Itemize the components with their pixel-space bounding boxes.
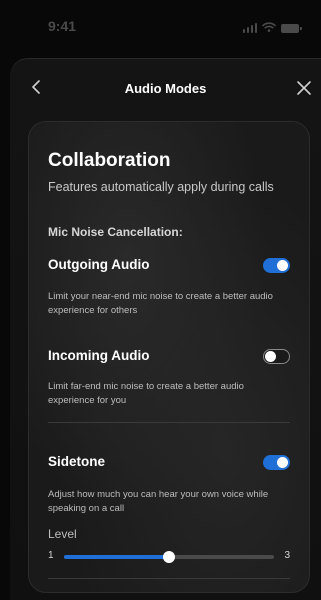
- divider: [48, 578, 290, 579]
- close-button[interactable]: [293, 79, 315, 101]
- signal-icon: [242, 23, 257, 33]
- close-icon: [296, 80, 312, 101]
- level-label: Level: [48, 527, 77, 541]
- status-icons: [242, 19, 302, 37]
- sheet-header: Audio Modes: [10, 59, 321, 117]
- toggle-knob: [265, 351, 276, 362]
- level-min-label: 1: [48, 550, 54, 561]
- sidetone-description: Adjust how much you can hear your own vo…: [48, 489, 269, 514]
- status-time: 9:41: [48, 18, 77, 34]
- audio-modes-screen: 9:41 Audio Modes Collaboration Features …: [0, 0, 321, 600]
- outgoing-audio-description: Limit your near-end mic noise to create …: [48, 291, 273, 316]
- level-max-label: 3: [284, 550, 290, 561]
- sidetone-toggle[interactable]: [263, 455, 290, 470]
- section-label: Mic Noise Cancellation:: [48, 225, 183, 239]
- incoming-audio-description: Limit far-end mic noise to create a bett…: [48, 381, 244, 406]
- toggle-knob: [277, 457, 288, 468]
- outgoing-audio-title: Outgoing Audio: [48, 257, 150, 272]
- sidetone-level-slider[interactable]: [64, 551, 274, 563]
- outgoing-audio-toggle[interactable]: [263, 258, 290, 273]
- card-title: Collaboration: [48, 150, 171, 171]
- status-bar: 9:41: [0, 0, 321, 52]
- audio-modes-sheet: Audio Modes Collaboration Features autom…: [10, 58, 321, 600]
- incoming-audio-title: Incoming Audio: [48, 348, 150, 363]
- slider-thumb[interactable]: [163, 551, 175, 563]
- slider-fill: [64, 555, 169, 559]
- incoming-audio-toggle[interactable]: [263, 349, 290, 364]
- divider: [48, 422, 290, 423]
- page-title: Audio Modes: [124, 81, 207, 96]
- toggle-knob: [277, 260, 288, 271]
- battery-icon: [281, 23, 302, 33]
- wifi-icon: [262, 19, 276, 37]
- card-subtitle: Features automatically apply during call…: [48, 180, 274, 194]
- sidetone-title: Sidetone: [48, 454, 106, 469]
- collaboration-card: Collaboration Features automatically app…: [28, 121, 310, 593]
